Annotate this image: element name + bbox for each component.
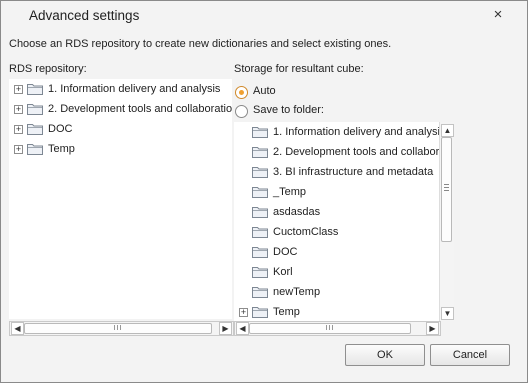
tree-node-label: CuctomClass [273, 226, 339, 238]
scroll-left-arrow[interactable]: ◀ [236, 322, 249, 335]
tree-node-label: 2. Development tools and collaboration [273, 146, 454, 158]
tree-node-label: _Temp [273, 186, 307, 198]
expand-icon[interactable]: + [14, 85, 23, 94]
tree-node-label: newTemp [273, 286, 321, 298]
tree-node[interactable]: + Temp [234, 303, 454, 321]
rds-repository-label: RDS repository: [9, 63, 87, 75]
folder-icon [252, 185, 268, 198]
save-to-folder-label: Save to folder: [253, 104, 324, 116]
auto-label: Auto [253, 85, 276, 97]
expand-icon[interactable]: + [14, 105, 23, 114]
tree-node-label: Korl [273, 266, 293, 278]
folder-tree-vscrollbar[interactable]: ▲ ▼ [439, 122, 454, 321]
folder-icon [252, 145, 268, 158]
folder-tree-hscrollbar[interactable]: ◀ III ▶ [234, 321, 441, 336]
folder-icon [252, 125, 268, 138]
tree-node[interactable]: 1. Information delivery and analysis [234, 123, 454, 141]
scroll-thumb[interactable]: III [24, 323, 212, 334]
tree-node-label: Temp [48, 143, 75, 155]
folder-icon [252, 245, 268, 258]
folder-icon [27, 102, 43, 115]
expand-icon[interactable]: + [14, 145, 23, 154]
scroll-down-arrow[interactable]: ▼ [441, 307, 454, 320]
dialog-title: Advanced settings [29, 8, 140, 23]
expand-icon[interactable]: + [14, 125, 23, 134]
scroll-up-arrow[interactable]: ▲ [441, 124, 454, 137]
ok-button[interactable]: OK [345, 344, 425, 366]
scroll-right-arrow[interactable]: ▶ [219, 322, 232, 335]
scroll-thumb[interactable] [441, 137, 452, 242]
save-to-folder-radio[interactable] [235, 105, 248, 118]
tree-node-label: 2. Development tools and collaboration [48, 103, 232, 115]
cancel-button[interactable]: Cancel [430, 344, 510, 366]
folder-icon [252, 205, 268, 218]
title-bar: Advanced settings × [1, 1, 527, 31]
tree-node-label: Temp [273, 306, 300, 318]
folder-icon [27, 122, 43, 135]
tree-node[interactable]: Korl [234, 263, 454, 281]
folder-icon [252, 305, 268, 318]
folder-icon [252, 225, 268, 238]
folder-icon [252, 165, 268, 178]
tree-node-label: 1. Information delivery and analysis [48, 83, 221, 95]
tree-node[interactable]: + Temp [9, 140, 232, 158]
tree-node[interactable]: 3. BI infrastructure and metadata [234, 163, 454, 181]
scroll-left-arrow[interactable]: ◀ [11, 322, 24, 335]
folder-icon [27, 142, 43, 155]
tree-node[interactable]: CuctomClass [234, 223, 454, 241]
folder-icon [27, 82, 43, 95]
rds-tree-hscrollbar[interactable]: ◀ III ▶ [9, 321, 234, 336]
intro-text: Choose an RDS repository to create new d… [9, 38, 392, 50]
tree-node[interactable]: DOC [234, 243, 454, 261]
tree-node[interactable]: +1. Information delivery and analysis [9, 80, 232, 98]
expand-icon[interactable]: + [239, 308, 248, 317]
tree-node-label: asdasdas [273, 206, 321, 218]
tree-node-label: DOC [48, 123, 73, 135]
folder-icon [252, 285, 268, 298]
folder-icon [252, 265, 268, 278]
storage-label: Storage for resultant cube: [234, 63, 364, 75]
tree-node[interactable]: _Temp [234, 183, 454, 201]
tree-node[interactable]: +2. Development tools and collaboration [9, 100, 232, 118]
rds-tree[interactable]: +1. Information delivery and analysis +2.… [9, 79, 232, 319]
tree-node[interactable]: + DOC [9, 120, 232, 138]
tree-node-label: 1. Information delivery and analysis [273, 126, 446, 138]
close-button[interactable]: × [489, 6, 507, 24]
tree-node[interactable]: 2. Development tools and collaboration [234, 143, 454, 161]
auto-radio[interactable] [235, 86, 248, 99]
tree-node[interactable]: asdasdas [234, 203, 454, 221]
folder-tree[interactable]: 1. Information delivery and analysis 2. D… [234, 122, 454, 321]
tree-node[interactable]: newTemp [234, 283, 454, 301]
tree-node-label: DOC [273, 246, 298, 258]
scroll-thumb[interactable]: III [249, 323, 411, 334]
scroll-right-arrow[interactable]: ▶ [426, 322, 439, 335]
tree-node-label: 3. BI infrastructure and metadata [273, 166, 434, 178]
advanced-settings-dialog: Advanced settings × Choose an RDS reposi… [0, 0, 528, 383]
